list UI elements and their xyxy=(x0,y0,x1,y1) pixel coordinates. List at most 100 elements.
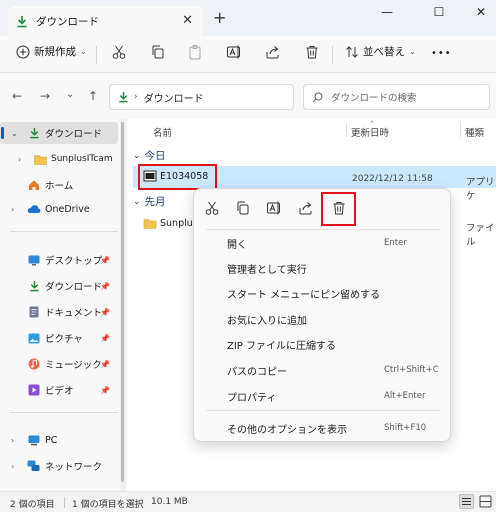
menu-item-copy-path[interactable]: パスのコピー Ctrl+Shift+C xyxy=(194,358,452,382)
sidebar-item-label: ドキュメント xyxy=(45,308,103,319)
chevron-down-icon: ⌄ xyxy=(409,47,416,56)
column-header-type[interactable]: 種類 xyxy=(465,125,484,139)
picture-icon xyxy=(28,333,40,343)
sidebar-item-home[interactable]: ホーム xyxy=(0,174,118,196)
minimize-button[interactable]: — xyxy=(372,5,402,19)
sidebar-item-label: ネットワーク xyxy=(45,462,103,473)
selected-size: 10.1 MB xyxy=(151,497,188,507)
pin-icon[interactable]: 📌 xyxy=(100,282,110,291)
search-input[interactable]: ダウンロードの検索 xyxy=(303,84,490,110)
sort-icon xyxy=(346,45,358,58)
sidebar-item-music[interactable]: ミュージック 📌 xyxy=(0,353,118,375)
chevron-right-icon[interactable]: › xyxy=(18,155,21,164)
column-divider[interactable] xyxy=(460,123,461,137)
copy-icon[interactable] xyxy=(150,44,166,60)
column-header-date[interactable]: 更新日時 xyxy=(351,125,389,139)
sidebar-item-pc[interactable]: › PC xyxy=(0,429,118,451)
chevron-down-icon[interactable]: ⌄ xyxy=(11,129,18,138)
address-bar[interactable]: › ダウンロード ⌄ ↻ xyxy=(109,84,390,110)
new-button-label: 新規作成 xyxy=(34,46,76,58)
cut-icon[interactable] xyxy=(204,200,220,216)
menu-divider xyxy=(206,410,440,411)
sort-button-label: 並べ替え xyxy=(363,46,405,58)
chevron-right-icon[interactable]: › xyxy=(11,462,14,471)
sidebar-item-videos[interactable]: ビデオ 📌 xyxy=(0,379,118,401)
pin-icon[interactable]: 📌 xyxy=(100,308,110,317)
tiles-view-icon[interactable] xyxy=(479,495,492,508)
new-button[interactable]: 新規作成 ⌄ xyxy=(16,44,87,59)
sidebar-item-downloads-pinned[interactable]: ダウンロード 📌 xyxy=(0,275,118,297)
pin-icon[interactable]: 📌 xyxy=(100,386,110,395)
rename-icon[interactable] xyxy=(266,200,282,216)
menu-item-properties[interactable]: プロパティ Alt+Enter xyxy=(194,384,452,408)
tab-downloads[interactable]: ダウンロード ✕ xyxy=(8,6,203,36)
copy-icon[interactable] xyxy=(235,200,251,216)
file-type: ファイル xyxy=(466,223,495,248)
sort-button[interactable]: 並べ替え ⌄ xyxy=(345,44,416,59)
sidebar-scrollbar-thumb[interactable] xyxy=(121,122,124,482)
new-tab-button[interactable]: + xyxy=(213,8,226,27)
menu-item-label: その他のオプションを表示 xyxy=(227,424,347,436)
menu-item-label: 開く xyxy=(227,239,247,251)
menu-item-show-more-options[interactable]: その他のオプションを表示 Shift+F10 xyxy=(194,416,452,440)
sidebar-item-network[interactable]: › ネットワーク xyxy=(0,455,118,477)
pc-icon xyxy=(28,435,40,445)
group-label: 先月 xyxy=(144,196,166,208)
menu-item-pin-to-start[interactable]: スタート メニューにピン留めする xyxy=(194,281,452,305)
close-window-button[interactable]: ✕ xyxy=(466,5,496,19)
group-header-today[interactable]: ⌄ 今日 xyxy=(133,148,166,163)
paste-icon[interactable] xyxy=(187,44,203,60)
menu-item-add-favorites[interactable]: お気に入りに追加 xyxy=(194,307,452,331)
maximize-button[interactable]: ☐ xyxy=(424,5,454,19)
sidebar-item-desktop[interactable]: デスクトップ 📌 xyxy=(0,249,118,271)
menu-item-compress-zip[interactable]: ZIP ファイルに圧縮する xyxy=(194,332,452,356)
delete-icon[interactable] xyxy=(304,44,320,60)
pin-icon[interactable]: 📌 xyxy=(100,256,110,265)
up-arrow-icon[interactable]: ↑ xyxy=(88,89,98,103)
chevron-right-icon[interactable]: › xyxy=(11,205,14,214)
file-name-cell[interactable]: Sunplus xyxy=(143,218,198,229)
pin-icon[interactable]: 📌 xyxy=(100,360,110,369)
forward-arrow-icon[interactable]: → xyxy=(40,89,50,103)
menu-divider xyxy=(206,229,440,230)
cut-icon[interactable] xyxy=(111,44,127,60)
column-divider[interactable] xyxy=(346,123,347,137)
sidebar-item-sunplus[interactable]: › SunplusITcam xyxy=(0,148,118,170)
chevron-down-icon[interactable]: ⌄ xyxy=(133,151,141,161)
share-icon[interactable] xyxy=(298,200,314,216)
sidebar-item-pictures[interactable]: ピクチャ 📌 xyxy=(0,327,118,349)
menu-item-run-as-admin[interactable]: 管理者として実行 xyxy=(194,256,452,280)
column-header-name[interactable]: 名前 xyxy=(153,125,172,139)
folder-icon xyxy=(34,154,47,165)
sidebar-item-label: ビデオ xyxy=(45,386,74,397)
sidebar-item-label: ミュージック xyxy=(45,360,102,371)
sidebar-item-label: PC xyxy=(45,434,58,446)
chevron-right-icon[interactable]: › xyxy=(11,436,14,445)
document-icon xyxy=(29,306,39,318)
address-row: ← → ⌄ ↑ › ダウンロード ⌄ ↻ ダウンロードの検索 xyxy=(0,73,496,119)
breadcrumb-chevron-icon: › xyxy=(134,92,138,102)
rename-icon[interactable] xyxy=(226,44,242,60)
menu-item-shortcut: Shift+F10 xyxy=(384,423,427,433)
network-icon xyxy=(27,460,40,471)
group-label: 今日 xyxy=(144,150,166,162)
sidebar-item-documents[interactable]: ドキュメント 📌 xyxy=(0,301,118,323)
home-icon xyxy=(29,180,39,190)
breadcrumb[interactable]: ダウンロード xyxy=(144,90,204,105)
toolbar-divider xyxy=(96,46,97,64)
menu-item-open[interactable]: 開く Enter xyxy=(194,231,452,255)
group-header-last-month[interactable]: ⌄ 先月 xyxy=(133,194,166,209)
details-view-icon[interactable] xyxy=(459,494,474,509)
video-icon xyxy=(28,384,40,396)
tab-close-icon[interactable]: ✕ xyxy=(182,13,193,28)
pin-icon[interactable]: 📌 xyxy=(100,334,110,343)
recent-chevron-icon[interactable]: ⌄ xyxy=(66,89,74,100)
navigation-pane: ⌄ ダウンロード › SunplusITcam ホーム › OneDrive デ… xyxy=(0,119,120,491)
chevron-down-icon[interactable]: ⌄ xyxy=(133,197,141,207)
sidebar-item-label: ホーム xyxy=(45,181,74,192)
back-arrow-icon[interactable]: ← xyxy=(12,89,22,103)
more-options-button[interactable]: ••• xyxy=(431,48,452,59)
sidebar-item-downloads[interactable]: ⌄ ダウンロード xyxy=(0,122,118,144)
sidebar-item-onedrive[interactable]: › OneDrive xyxy=(0,198,118,220)
share-icon[interactable] xyxy=(265,44,281,60)
